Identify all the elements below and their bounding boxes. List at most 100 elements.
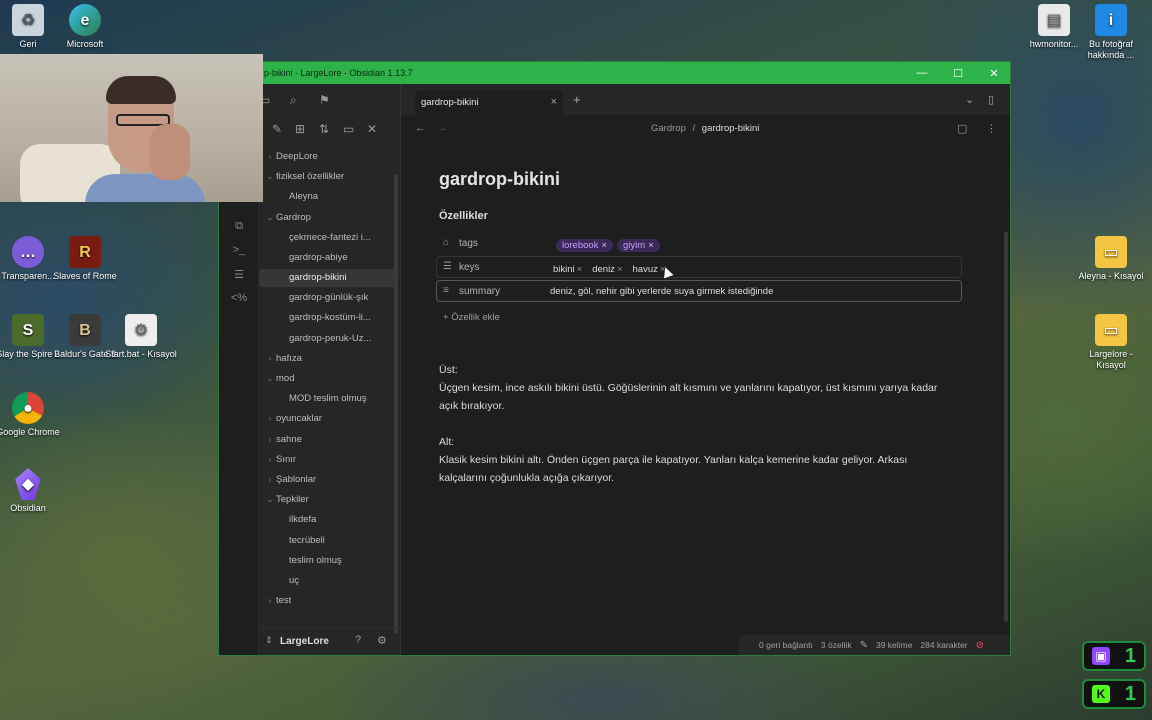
tag-pill[interactable]: giyim × [617, 238, 660, 252]
tag-pill[interactable]: lorebook × [556, 238, 614, 252]
new-note-button[interactable]: ✎ [272, 122, 282, 136]
tree-folder-fiziksel[interactable]: ⌄ fiziksel özellikler [259, 168, 397, 186]
tree-folder-hafiza[interactable]: › hafıza [259, 350, 397, 368]
tree-folder-sahne[interactable]: › sahne [259, 431, 397, 449]
property-key[interactable]: keys [459, 262, 480, 273]
toggle-right-sidebar-button[interactable]: ▯ [988, 93, 994, 106]
tree-file-abiye[interactable]: gardrop-abiye [259, 249, 397, 267]
note-body[interactable]: Üst: Üçgen kesim, ince askılı bikini üst… [439, 361, 939, 505]
property-key[interactable]: tags [459, 238, 478, 249]
sync-status-icon[interactable]: ⊘ [976, 640, 984, 651]
back-button[interactable]: ← [415, 122, 426, 134]
pencil-icon[interactable]: ✎ [860, 640, 868, 651]
remove-value-icon[interactable]: × [577, 264, 583, 275]
sidebar-scrollbar[interactable] [394, 174, 398, 634]
tab-gardrop-bikini[interactable]: gardrop-bikini × [415, 90, 563, 116]
reading-view-button[interactable]: ▢ [957, 122, 967, 135]
note-editor[interactable]: gardrop-bikini Özellikler ⌂ tags loreboo… [401, 142, 1010, 635]
plus-icon: + [573, 92, 581, 107]
desktop-icon-photo-info[interactable]: i Bu fotoğraf hakkında ... [1075, 4, 1147, 61]
close-window-button[interactable]: ✕ [976, 62, 1010, 84]
property-value-tags[interactable]: lorebook × giyim × [556, 237, 660, 253]
property-tags[interactable]: ⌂ tags lorebook × giyim × [436, 232, 962, 254]
list-value-chip[interactable]: bikini × [550, 263, 585, 276]
desktop-icon-slaves-of-rome[interactable]: R Slaves of Rome [49, 236, 121, 282]
note-paragraph[interactable]: Alt: Klasik kesim bikini altı. Önden üçg… [439, 433, 939, 487]
chat-icon: … [12, 236, 44, 268]
editor-scrollbar[interactable] [1004, 232, 1008, 622]
sort-button[interactable]: ⇅ [319, 122, 329, 136]
game-icon: R [69, 236, 101, 268]
desktop-icon-obsidian[interactable]: ◆ Obsidian [0, 468, 64, 514]
search-tab-button[interactable]: ⌕ [290, 93, 297, 108]
properties-heading[interactable]: Özellikler [439, 210, 488, 222]
remove-tag-icon[interactable]: × [601, 240, 607, 251]
collapse-all-button[interactable]: ✕ [367, 122, 377, 136]
collapse-view-button[interactable]: ▭ [343, 122, 354, 136]
new-folder-button[interactable]: ⊞ [295, 122, 305, 136]
tree-label: Tepkiler [276, 494, 309, 505]
add-property-button[interactable]: + Özellik ekle [443, 312, 500, 323]
tree-file-tecrubeli[interactable]: tecrübeli [259, 532, 397, 550]
tree-file-uc[interactable]: uç [259, 572, 397, 590]
tree-folder-test[interactable]: › test [259, 592, 397, 610]
canvas-icon: ⧉ [235, 219, 243, 232]
status-properties[interactable]: 3 özellik [821, 640, 852, 650]
window-titlebar[interactable]: p-bikini - LargeLore - Obsidian 1.13.7 —… [219, 62, 1010, 84]
minimize-button[interactable]: — [904, 62, 940, 84]
property-value-keys[interactable]: bikini × deniz × havuz × [550, 261, 668, 277]
property-keys[interactable]: ☰ keys bikini × deniz × havuz × [436, 256, 962, 278]
more-options-button[interactable]: ⋮ [986, 122, 997, 135]
note-title[interactable]: gardrop-bikini [439, 169, 560, 190]
tree-folder-tepkiler[interactable]: ⌄ Tepkiler [259, 491, 397, 509]
tree-file-ilkdefa[interactable]: ilkdefa [259, 511, 397, 529]
ribbon-canvas-button[interactable]: ⧉ [219, 216, 259, 236]
ribbon-terminal-button[interactable]: >_ [219, 240, 259, 260]
view-header: ← → Gardrop / gardrop-bikini ▢ ⋮ [401, 116, 1010, 142]
breadcrumb-file[interactable]: gardrop-bikini [702, 123, 760, 134]
settings-button[interactable]: ⚙ [377, 634, 387, 647]
list-value-chip[interactable]: deniz × [589, 263, 625, 276]
desktop-icon-aleyna[interactable]: ▭ Aleyna - Kısayol [1075, 236, 1147, 282]
property-value-summary[interactable]: deniz, göl, nehir gibi yerlerde suya gir… [550, 286, 773, 297]
maximize-button[interactable]: ☐ [940, 62, 976, 84]
desktop-icon-label: Microsoft [66, 39, 104, 49]
tab-list-button[interactable]: ⌄ [965, 93, 974, 106]
tree-file-cekmece[interactable]: çekmece-fantezi i... [259, 229, 397, 247]
tab-close-button[interactable]: × [551, 96, 557, 108]
book-icon: ▢ [957, 123, 968, 135]
remove-value-icon[interactable]: × [617, 264, 623, 275]
tree-file-teslim[interactable]: teslim olmuş [259, 552, 397, 570]
remove-tag-icon[interactable]: × [648, 240, 654, 251]
tree-folder-sablonlar[interactable]: › Şablonlar [259, 471, 397, 489]
tree-folder-sinir[interactable]: › Sınır [259, 451, 397, 469]
tree-folder-mod[interactable]: ⌄ mod [259, 370, 397, 388]
tree-folder-deeplore[interactable]: › DeepLore [259, 148, 397, 166]
ribbon-code-button[interactable]: <% [219, 288, 259, 308]
new-tab-button[interactable]: + [573, 92, 581, 107]
desktop-icon-chrome[interactable]: ● Google Chrome [0, 392, 64, 438]
vault-switcher[interactable]: ⇕ LargeLore ? ⚙ [259, 627, 400, 655]
tree-label: DeepLore [276, 151, 318, 162]
help-button[interactable]: ? [355, 634, 361, 646]
tree-file-mod-teslim[interactable]: MOD teslim olmuş [259, 390, 397, 408]
ribbon-templates-button[interactable]: ☰ [219, 264, 259, 284]
property-summary[interactable]: ≡ summary deniz, göl, nehir gibi yerlerd… [436, 280, 962, 302]
tree-folder-gardrop[interactable]: ⌄ Gardrop [259, 209, 397, 227]
breadcrumb-folder[interactable]: Gardrop [651, 123, 686, 134]
tree-file-gunluk[interactable]: gardrop-günlük-şık [259, 289, 397, 307]
tree-file-aleyna[interactable]: Aleyna [259, 188, 397, 206]
desktop-icon-start-bat[interactable]: ⚙ Start.bat - Kısayol [105, 314, 177, 360]
bookmarks-tab-button[interactable]: ⚑ [319, 93, 330, 107]
tree-file-peruk[interactable]: gardrop-peruk-Uz... [259, 330, 397, 348]
tree-folder-oyuncaklar[interactable]: › oyuncaklar [259, 410, 397, 428]
desktop-icon-edge[interactable]: e Microsoft [49, 4, 121, 50]
note-paragraph[interactable]: Üst: Üçgen kesim, ince askılı bikini üst… [439, 361, 939, 415]
desktop-icon-largelore[interactable]: ▭ Largelore - Kısayol [1075, 314, 1147, 371]
breadcrumb: Gardrop / gardrop-bikini [651, 123, 759, 134]
tree-file-bikini[interactable]: gardrop-bikini [259, 269, 397, 287]
property-key[interactable]: summary [459, 286, 500, 297]
tree-file-kostum[interactable]: gardrop-kostüm-li... [259, 309, 397, 327]
status-backlinks[interactable]: 0 geri bağlantı [759, 640, 813, 650]
forward-button[interactable]: → [437, 122, 448, 134]
